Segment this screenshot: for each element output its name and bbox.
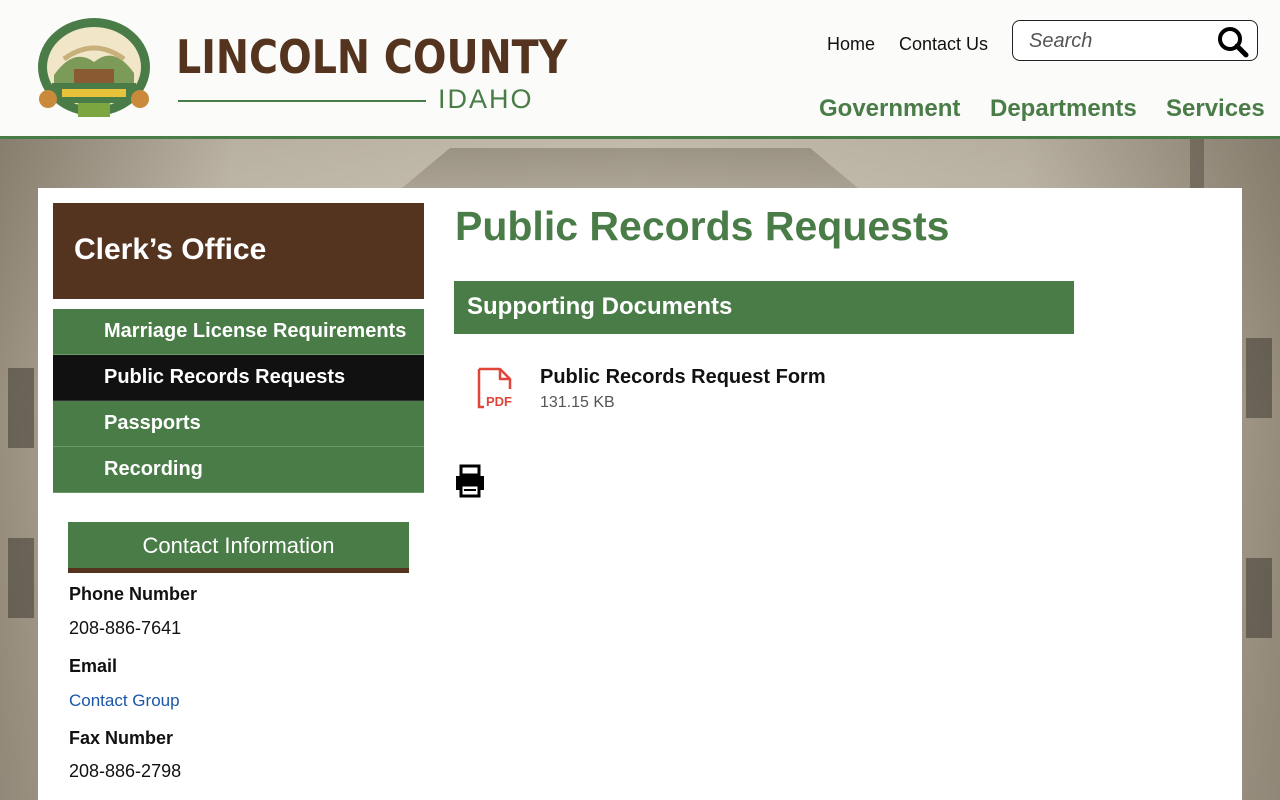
contact-group-link[interactable]: Contact Group	[69, 691, 180, 711]
site-header: LINCOLN COUNTY IDAHO Home Contact Us Gov…	[0, 0, 1280, 139]
document-link[interactable]: Public Records Request Form	[540, 366, 826, 389]
sidebar-item-marriage-license[interactable]: Marriage License Requirements	[53, 309, 424, 355]
home-link[interactable]: Home	[827, 34, 875, 55]
content-card: Clerk’s Office Marriage License Requirem…	[38, 188, 1242, 800]
sidebar-item-public-records[interactable]: Public Records Requests	[53, 355, 424, 401]
fax-value: 208-886-2798	[69, 761, 182, 781]
nav-services[interactable]: Services	[1166, 95, 1265, 123]
contact-us-link[interactable]: Contact Us	[899, 34, 988, 55]
sidebar-item-recording[interactable]: Recording	[53, 447, 424, 493]
search-input[interactable]	[1027, 27, 1211, 55]
site-logo-subtitle[interactable]: IDAHO	[438, 84, 534, 115]
phone-value: 208-886-7641	[69, 618, 182, 638]
search-box	[1012, 20, 1258, 61]
sidebar-item-passports[interactable]: Passports	[53, 401, 424, 447]
search-icon[interactable]	[1217, 26, 1249, 58]
supporting-documents-heading: Supporting Documents	[454, 281, 1074, 334]
sidebar-title[interactable]: Clerk’s Office	[53, 203, 424, 299]
phone-label: Phone Number	[69, 584, 198, 604]
svg-text:PDF: PDF	[486, 394, 512, 409]
county-seal-logo[interactable]	[34, 17, 154, 121]
logo-divider	[178, 100, 426, 102]
fax-label: Fax Number	[69, 728, 174, 748]
nav-government[interactable]: Government	[819, 95, 960, 123]
site-logo-title[interactable]: LINCOLN COUNTY	[176, 30, 567, 84]
email-label: Email	[69, 656, 118, 676]
page-title: Public Records Requests	[455, 203, 950, 249]
sidebar-menu: Marriage License Requirements Public Rec…	[53, 309, 424, 493]
document-size: 131.15 KB	[540, 394, 615, 411]
nav-departments[interactable]: Departments	[990, 95, 1137, 123]
print-icon[interactable]	[453, 464, 487, 498]
pdf-icon[interactable]: PDF	[476, 367, 520, 413]
contact-info-heading: Contact Information	[68, 522, 409, 573]
